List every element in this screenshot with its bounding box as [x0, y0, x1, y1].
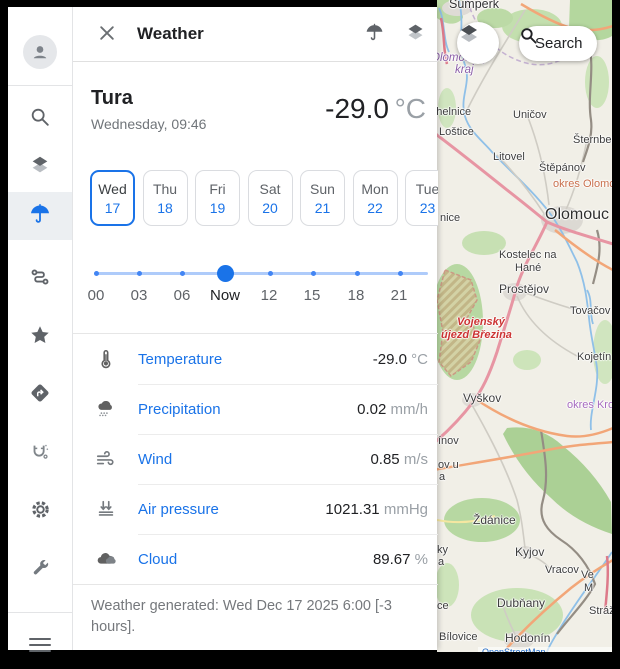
layers-icon — [405, 22, 426, 46]
layers-icon — [29, 154, 51, 181]
avatar-icon — [23, 35, 57, 69]
precipitation-icon — [73, 398, 138, 420]
star-icon — [29, 324, 51, 351]
day-tab-tue[interactable]: Tue23 — [405, 170, 438, 226]
sidebar-item-routes[interactable] — [8, 255, 72, 303]
current-temperature: -29.0 °C — [325, 93, 426, 125]
sidebar-item-plugins[interactable] — [8, 430, 72, 478]
sidebar — [8, 7, 73, 650]
weather-source-button[interactable] — [360, 18, 389, 50]
day-tab-sun[interactable]: Sun21 — [300, 170, 345, 226]
cloud-icon — [73, 548, 138, 570]
generated-note: Weather generated: Wed Dec 17 2025 6:00 … — [73, 584, 438, 638]
search-icon — [29, 106, 51, 133]
detail-row-cloud: Cloud 89.67 % — [73, 534, 438, 584]
time-label: 03 — [119, 287, 159, 304]
weather-panel: Weather Tura Wednesday, 0 — [73, 7, 438, 650]
close-icon — [97, 23, 117, 46]
time-label-now: Now — [205, 287, 245, 304]
map[interactable]: ŠumperkOlomouckýkrajMohelniceUničovLošti… — [437, 0, 612, 652]
sidebar-item-configure[interactable] — [8, 546, 72, 594]
sidebar-item-search[interactable] — [8, 95, 72, 143]
location-block: Tura Wednesday, 09:46 — [91, 87, 206, 132]
detail-row-precipitation: Precipitation 0.02 mm/h — [73, 384, 438, 434]
sidebar-item-profile[interactable] — [8, 28, 72, 76]
day-tab-thu[interactable]: Thu18 — [143, 170, 188, 226]
time-label: 00 — [76, 287, 116, 304]
weather-app: Weather Tura Wednesday, 0 — [8, 7, 437, 650]
detail-row-temperature: Temperature -29.0 °C — [73, 334, 438, 384]
detail-label[interactable]: Temperature — [138, 351, 222, 368]
location-name: Tura — [91, 87, 206, 110]
sidebar-item-weather[interactable] — [8, 192, 72, 240]
detail-row-wind: Wind 0.85 m/s — [73, 434, 438, 484]
map-search-button[interactable]: Search — [519, 26, 597, 61]
panel-title: Weather — [137, 24, 204, 44]
time-label: 15 — [292, 287, 332, 304]
wrench-icon — [29, 557, 51, 584]
weather-details: Temperature -29.0 °C Precipitation 0.02 … — [73, 333, 438, 584]
day-tab-fri[interactable]: Fri19 — [195, 170, 240, 226]
sidebar-item-settings[interactable] — [8, 488, 72, 536]
detail-label[interactable]: Cloud — [138, 551, 177, 568]
wind-icon — [73, 448, 138, 470]
day-tab-mon[interactable]: Mon22 — [353, 170, 398, 226]
menu-icon — [29, 638, 51, 652]
detail-label[interactable]: Wind — [138, 451, 172, 468]
sidebar-item-favorites[interactable] — [8, 313, 72, 361]
pressure-icon — [73, 498, 138, 520]
location-datetime: Wednesday, 09:46 — [91, 116, 206, 132]
sidebar-divider — [8, 85, 72, 86]
panel-header: Weather — [73, 7, 438, 62]
map-canvas — [437, 0, 612, 652]
slider-thumb[interactable] — [217, 265, 234, 282]
gear-icon — [29, 498, 52, 526]
magnet-icon — [29, 441, 51, 468]
time-label: 18 — [336, 287, 376, 304]
close-button[interactable] — [93, 19, 121, 50]
detail-label[interactable]: Precipitation — [138, 401, 221, 418]
day-tab-wed[interactable]: Wed17 — [90, 170, 135, 226]
navigation-icon — [29, 382, 51, 409]
detail-label[interactable]: Air pressure — [138, 501, 219, 518]
sidebar-item-menu[interactable] — [8, 621, 72, 669]
detail-row-air-pressure: Air pressure 1021.31 mmHg — [73, 484, 438, 534]
time-label: 12 — [249, 287, 289, 304]
attribution-text: OpenStreetMap — [482, 647, 546, 652]
time-slider[interactable]: 00 03 06 Now 12 15 18 21 — [94, 259, 428, 309]
umbrella-icon — [364, 22, 385, 46]
map-search-label: Search — [535, 35, 583, 52]
map-attribution[interactable]: OpenStreetMap — [478, 647, 612, 652]
route-icon — [29, 266, 51, 293]
umbrella-icon — [28, 202, 52, 231]
sidebar-item-layers[interactable] — [8, 143, 72, 191]
weather-layers-button[interactable] — [401, 18, 430, 50]
time-label: 06 — [162, 287, 202, 304]
slider-track[interactable] — [94, 272, 428, 275]
day-tab-sat[interactable]: Sat20 — [248, 170, 293, 226]
app-window: ŠumperkOlomouckýkrajMohelniceUničovLošti… — [0, 0, 620, 660]
time-label: 21 — [379, 287, 419, 304]
day-selector: Wed17 Thu18 Fri19 Sat20 Sun21 Mon22 Tue2… — [73, 170, 438, 226]
sidebar-divider — [8, 612, 72, 613]
thermometer-icon — [73, 349, 138, 370]
sidebar-item-navigation[interactable] — [8, 371, 72, 419]
map-layers-button[interactable] — [457, 22, 499, 64]
